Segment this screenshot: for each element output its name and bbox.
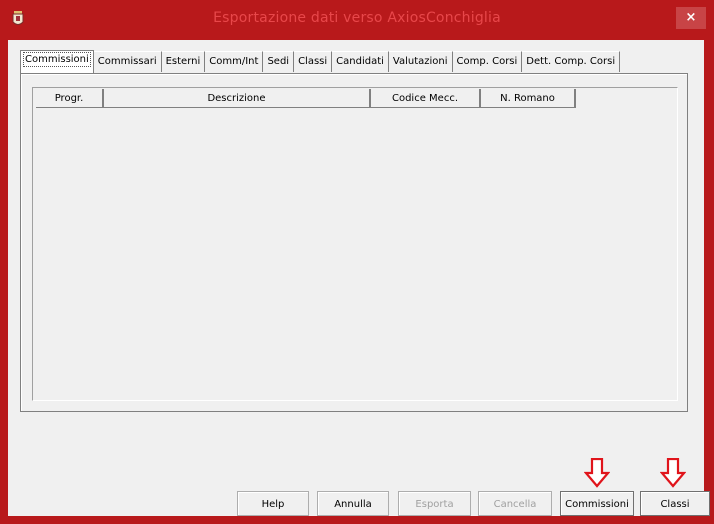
column-header-n-romano[interactable]: N. Romano — [481, 89, 576, 108]
tab-comm-int[interactable]: Comm/Int — [205, 51, 264, 72]
window-title: Esportazione dati verso AxiosConchiglia — [213, 10, 501, 26]
tab-comp-corsi[interactable]: Comp. Corsi — [452, 51, 523, 72]
annulla-button[interactable]: Annulla — [317, 491, 389, 516]
tab-dett-comp-corsi[interactable]: Dett. Comp. Corsi — [522, 51, 621, 72]
close-icon[interactable]: × — [686, 10, 697, 25]
grid-header: Progr. Descrizione Codice Mecc. N. Roman… — [36, 89, 576, 108]
data-grid[interactable]: Progr. Descrizione Codice Mecc. N. Roman… — [32, 87, 678, 401]
tab-candidati[interactable]: Candidati — [332, 51, 389, 72]
app-window: Esportazione dati verso AxiosConchiglia … — [0, 0, 714, 524]
close-button[interactable]: × — [676, 7, 706, 29]
tab-strip: Commissioni Commissari Esterni Comm/Int … — [20, 50, 621, 73]
column-header-progr[interactable]: Progr. — [36, 89, 104, 108]
column-header-codice-mecc[interactable]: Codice Mecc. — [371, 89, 481, 108]
cancella-button[interactable]: Cancella — [478, 491, 552, 516]
tab-esterni[interactable]: Esterni — [161, 51, 206, 72]
tab-valutazioni[interactable]: Valutazioni — [388, 51, 453, 72]
button-bar: Help Annulla Esporta Cancella Commission… — [0, 491, 714, 516]
tab-commissari[interactable]: Commissari — [93, 51, 162, 72]
down-arrow-icon — [660, 458, 686, 488]
column-header-descrizione[interactable]: Descrizione — [104, 89, 371, 108]
down-arrow-icon — [584, 458, 610, 488]
esporta-button[interactable]: Esporta — [398, 491, 471, 516]
help-button[interactable]: Help — [237, 491, 309, 516]
commissioni-button[interactable]: Commissioni — [560, 491, 634, 516]
title-bar[interactable]: Esportazione dati verso AxiosConchiglia … — [0, 0, 714, 40]
classi-button[interactable]: Classi — [640, 491, 710, 516]
tab-commissioni[interactable]: Commissioni — [20, 50, 94, 73]
tab-classi[interactable]: Classi — [294, 51, 333, 72]
tab-sedi[interactable]: Sedi — [263, 51, 295, 72]
